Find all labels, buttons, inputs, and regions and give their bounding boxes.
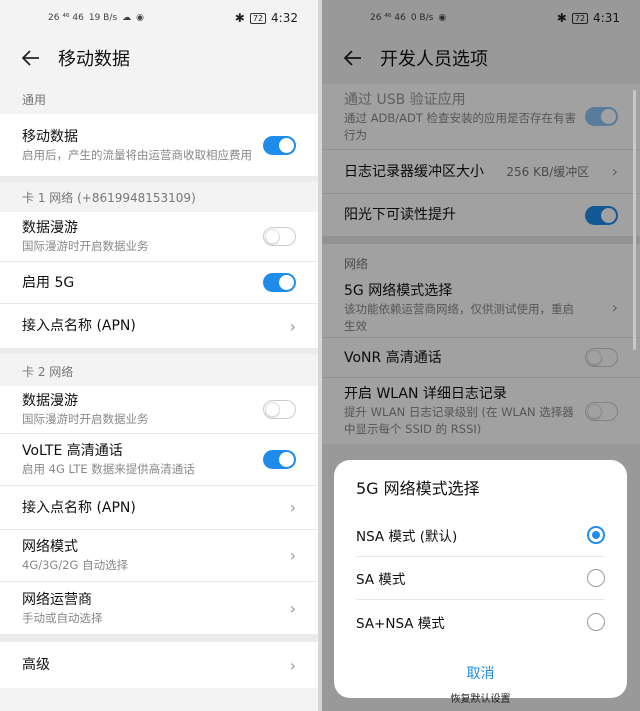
clock: 4:32 — [271, 11, 298, 25]
sim2-operator-row[interactable]: 网络运营商 手动或自动选择 › — [0, 582, 318, 634]
advanced-row[interactable]: 高级 › — [0, 642, 318, 688]
page-title: 移动数据 — [58, 49, 130, 70]
row-title: 高级 — [22, 657, 50, 673]
app-icon: ◉ — [136, 13, 144, 23]
sim1-5g-row[interactable]: 启用 5G — [0, 262, 318, 304]
back-arrow-icon[interactable] — [22, 49, 40, 67]
sim2-roaming-toggle[interactable] — [263, 400, 296, 419]
mobile-data-toggle[interactable] — [263, 135, 296, 155]
dialog-title: 5G 网络模式选择 — [356, 479, 480, 498]
sim2-network-mode-row[interactable]: 网络模式 4G/3G/2G 自动选择 › — [0, 530, 318, 582]
sim2-roaming-row[interactable]: 数据漫游 国际漫游时开启数据业务 — [0, 386, 318, 434]
sim2-volte-toggle[interactable] — [263, 450, 296, 469]
mobile-data-screen: 26 ⁴⁶ 46 19 B/s ☁ ◉ ✱ 72 4:32 移动数据 通用 移动… — [0, 0, 318, 711]
row-subtitle: 国际漫游时开启数据业务 — [22, 239, 149, 253]
radio-icon[interactable] — [587, 569, 605, 587]
chevron-right-icon: › — [289, 598, 296, 618]
sim1-5g-toggle[interactable] — [263, 273, 296, 292]
row-subtitle: 4G/3G/2G 自动选择 — [22, 558, 129, 572]
option-sa-nsa[interactable]: SA+NSA 模式 — [356, 600, 605, 643]
title-bar: 移动数据 — [0, 36, 318, 80]
net-rate: 19 B/s — [88, 13, 118, 23]
row-subtitle: 启用 4G LTE 数据来提供高清通话 — [22, 462, 195, 476]
row-title: 数据漫游 — [22, 393, 78, 409]
section-label-sim2: 卡 2 网络 — [0, 354, 318, 386]
sim1-roaming-row[interactable]: 数据漫游 国际漫游时开启数据业务 — [0, 212, 318, 262]
row-title: 网络模式 — [22, 539, 78, 555]
sim2-apn-row[interactable]: 接入点名称 (APN) › — [0, 486, 318, 530]
radio-icon[interactable] — [587, 612, 605, 631]
option-nsa[interactable]: NSA 模式 (默认) — [356, 514, 605, 557]
status-bar: 26 ⁴⁶ 46 19 B/s ☁ ◉ ✱ 72 4:32 — [0, 0, 318, 36]
row-title: VoLTE 高清通话 — [22, 443, 123, 459]
row-title: 移动数据 — [22, 128, 78, 145]
row-subtitle: 启用后，产生的流量将由运营商收取相应费用 — [22, 147, 252, 162]
chevron-right-icon: › — [289, 498, 296, 517]
section-label-general: 通用 — [22, 93, 47, 107]
option-label: SA+NSA 模式 — [356, 615, 445, 632]
option-sa[interactable]: SA 模式 — [356, 557, 605, 600]
mode5g-dialog: 5G 网络模式选择 NSA 模式 (默认) SA 模式 SA+NSA 模式 取消 — [334, 460, 627, 698]
chevron-right-icon: › — [289, 316, 296, 336]
cloud-icon: ☁ — [122, 13, 132, 23]
cancel-button[interactable]: 取消 — [356, 663, 605, 683]
chevron-right-icon: › — [289, 655, 296, 675]
sim2-volte-row[interactable]: VoLTE 高清通话 启用 4G LTE 数据来提供高清通话 — [0, 434, 318, 486]
option-label: SA 模式 — [356, 572, 406, 588]
restore-defaults-text: 恢复默认设置 — [450, 694, 511, 705]
section-label-sim1: 卡 1 网络 (+8619948153109) — [0, 182, 318, 212]
row-title: 接入点名称 (APN) — [22, 318, 136, 334]
chevron-right-icon: › — [289, 546, 296, 565]
option-label: NSA 模式 (默认) — [356, 529, 458, 545]
row-title: 网络运营商 — [22, 591, 92, 608]
radio-selected-icon[interactable] — [587, 526, 605, 544]
row-subtitle: 手动或自动选择 — [22, 610, 103, 625]
scrollbar[interactable] — [633, 90, 636, 350]
bluetooth-icon: ✱ — [234, 11, 245, 25]
mobile-data-row[interactable]: 移动数据 启用后，产生的流量将由运营商收取相应费用 — [0, 114, 318, 176]
sim1-roaming-toggle[interactable] — [263, 227, 296, 246]
row-title: 接入点名称 (APN) — [22, 499, 136, 516]
row-subtitle: 国际漫游时开启数据业务 — [22, 412, 149, 426]
sim1-apn-row[interactable]: 接入点名称 (APN) › — [0, 304, 318, 348]
battery-icon: 72 — [249, 12, 267, 24]
row-title: 数据漫游 — [22, 220, 78, 236]
row-title: 启用 5G — [22, 274, 75, 291]
signal-icon: 26 ⁴⁶ 46 — [48, 13, 84, 23]
